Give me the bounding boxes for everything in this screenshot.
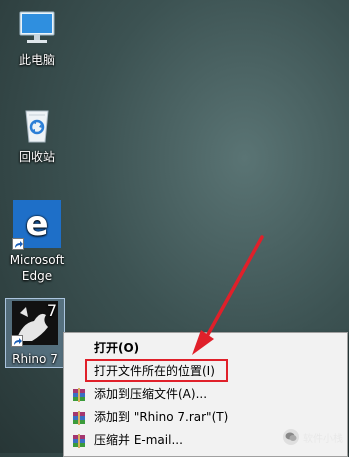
watermark: 软件小栈 — [283, 429, 343, 445]
watermark-text: 软件小栈 — [303, 433, 343, 445]
red-arrow-icon — [192, 235, 264, 355]
wechat-icon — [283, 429, 299, 445]
